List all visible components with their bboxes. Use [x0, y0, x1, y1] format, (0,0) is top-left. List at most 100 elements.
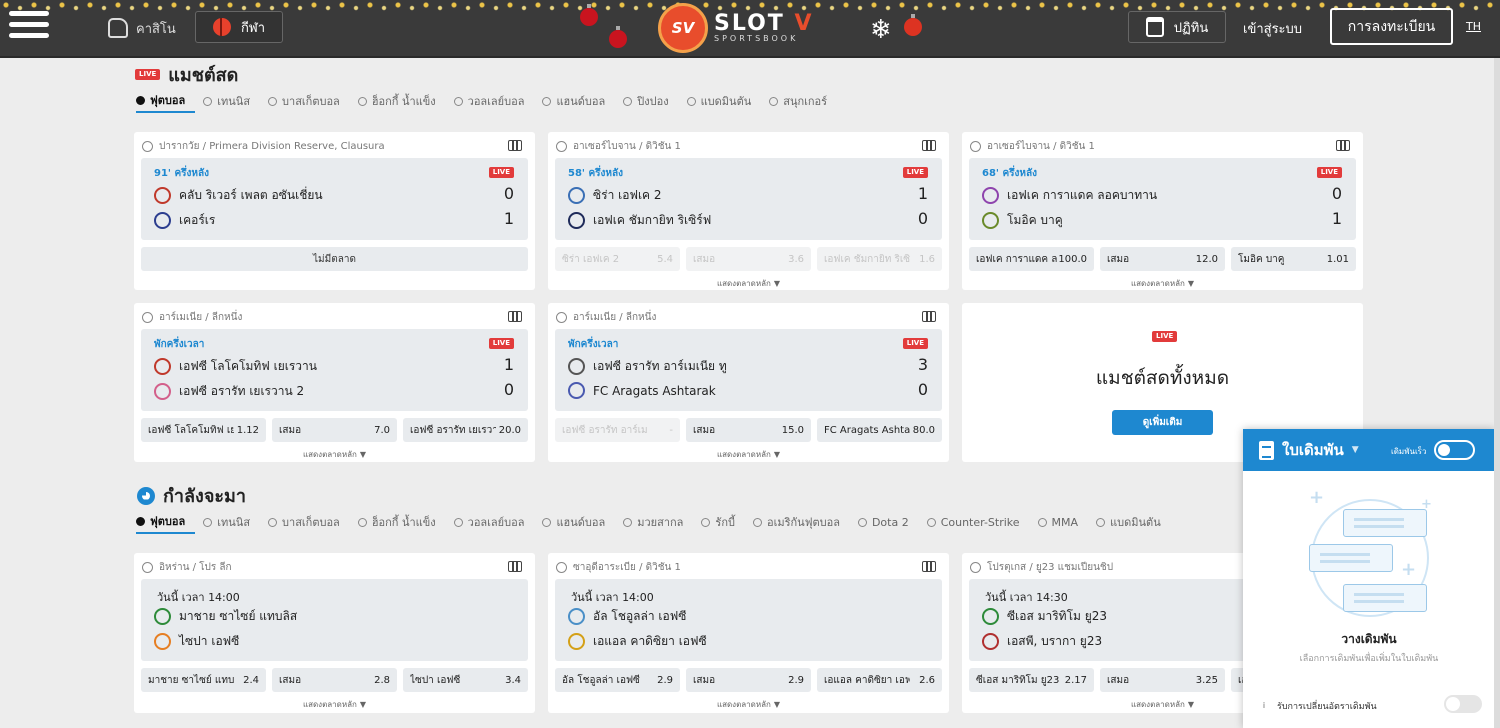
sport-tab[interactable]: แบดมินตัน — [686, 93, 762, 113]
league-header[interactable]: อาเซอร์ไบจาน / ดิวิชัน 1 — [556, 139, 681, 154]
match-block[interactable]: 58' ครึ่งหลัง LIVE ซิร่า เอฟเค 2 เอฟเค ชัมก… — [555, 158, 942, 240]
league-header[interactable]: อาร์เมเนีย / ลีกหนึ่ง — [142, 310, 242, 325]
chevron-down-icon: ▼ — [1351, 445, 1359, 455]
stats-icon[interactable] — [508, 311, 522, 322]
odds-button[interactable]: เอฟเค ชัมกายิท ริเซิร์ฟ 1.6 — [817, 247, 942, 271]
odds-button[interactable]: เอฟซี อรารัท อาร์เมเนีย - — [555, 418, 680, 442]
odds-button[interactable]: เอฟซี โลโคโมทิฟ เยเร1.12 — [141, 418, 266, 442]
sport-tab[interactable]: ฟุตบอล — [136, 93, 196, 113]
sport-tab[interactable]: สนุกเกอร์ — [769, 93, 837, 113]
team-crest-icon — [568, 187, 585, 204]
odds-name: เสมอ — [1107, 674, 1130, 686]
casino-nav-link[interactable]: คาสิโน — [108, 15, 176, 41]
odds-button[interactable]: ไซปา เอฟซี 3.4 — [403, 668, 528, 692]
show-main-markets-link[interactable]: แสดงตลาดหลัก ▼ — [962, 277, 1363, 290]
show-main-markets-link[interactable]: แสดงตลาดหลัก ▼ — [548, 277, 949, 290]
odds-button[interactable]: เสมอ 2.8 — [272, 668, 397, 692]
match-card: อิหร่าน / โปร ลีกวันนี้ เวลา 14:00 มาชาย … — [134, 553, 535, 713]
odds-button[interactable]: เสมอ 3.6 — [686, 247, 811, 271]
language-selector[interactable]: TH — [1466, 20, 1481, 33]
sport-tab[interactable]: แบดมินตัน — [1096, 514, 1171, 534]
sport-tab[interactable]: แฮนด์บอล — [542, 93, 615, 113]
calendar-button[interactable]: ปฏิทิน — [1128, 11, 1226, 43]
register-button[interactable]: การลงทะเบียน — [1330, 8, 1453, 45]
league-header[interactable]: โปรตุเกส / ยู23 แชมเปียนชิป — [970, 560, 1113, 575]
stats-icon[interactable] — [508, 561, 522, 572]
betslip-header[interactable]: ใบเดิมพัน ▼ เดิมพันเร็ว — [1243, 429, 1495, 471]
sport-tab[interactable]: วอลเลย์บอล — [453, 93, 535, 113]
quick-bet-toggle[interactable] — [1434, 440, 1475, 460]
league-name: อาร์เมเนีย / ลีกหนึ่ง — [159, 312, 243, 323]
match-block[interactable]: วันนี้ เวลา 14:00 อัล โชอูลล่า เอฟซี เอแอล… — [555, 579, 942, 661]
league-header[interactable]: ซาอุดีอาระเบีย / ดิวิชัน 1 — [556, 560, 681, 575]
sport-tab[interactable]: เทนนิส — [203, 93, 260, 113]
show-main-markets-link[interactable]: แสดงตลาดหลัก ▼ — [134, 698, 535, 711]
show-markets-label: แสดงตลาดหลัก — [302, 450, 357, 459]
team-home: คลับ ริเวอร์ เพลต อซันเชี่ยน — [154, 186, 323, 205]
sport-tab-label: บาสเก็ตบอล — [282, 95, 340, 108]
sport-tab[interactable]: ฟุตบอล — [136, 514, 196, 534]
sport-icon — [203, 517, 213, 527]
sport-tab[interactable]: MMA — [1037, 514, 1089, 534]
sport-tab[interactable]: อเมริกันฟุตบอล — [752, 514, 850, 534]
accept-odds-toggle[interactable] — [1444, 695, 1482, 713]
sport-tab[interactable]: มวยสากล — [623, 514, 693, 534]
match-block[interactable]: 91' ครึ่งหลัง LIVE คลับ ริเวอร์ เพลต อซันเ… — [141, 158, 528, 240]
sport-tab[interactable]: แฮนด์บอล — [542, 514, 615, 534]
odds-name: เอฟซี อรารัท อาร์เมเนีย — [562, 424, 648, 436]
show-main-markets-link[interactable]: แสดงตลาดหลัก ▼ — [548, 698, 949, 711]
sport-icon — [453, 96, 463, 106]
odds-button[interactable]: เสมอ 12.0 — [1100, 247, 1225, 271]
match-block[interactable]: 68' ครึ่งหลัง LIVE เอฟเค การาแดค ลอคบาทานโ… — [969, 158, 1356, 240]
show-main-markets-link[interactable]: แสดงตลาดหลัก ▼ — [548, 448, 949, 461]
odds-button[interactable]: เสมอ 2.9 — [686, 668, 811, 692]
odds-button[interactable]: FC Aragats Ashtar 80.0 — [817, 418, 942, 442]
stats-icon[interactable] — [1336, 140, 1350, 151]
league-header[interactable]: อิหร่าน / โปร ลีก — [142, 560, 232, 575]
sport-tab[interactable]: รักบี้ — [701, 514, 745, 534]
match-block[interactable]: พักครึ่งเวลา LIVE เอฟซี อรารัท อาร์เมเนีย … — [555, 329, 942, 411]
odds-name: FC Aragats Ashtar — [824, 424, 910, 436]
odds-button[interactable]: เสมอ 15.0 — [686, 418, 811, 442]
sport-tab[interactable]: วอลเลย์บอล — [453, 514, 535, 534]
login-link[interactable]: เข้าสู่ระบบ — [1243, 18, 1302, 39]
match-block[interactable]: วันนี้ เวลา 14:00 มาชาย ซาไซย์ แทบลิส ไซปา… — [141, 579, 528, 661]
odds-button[interactable]: ซีเอส มาริทิโม ยู23 2.17 — [969, 668, 1094, 692]
sport-icon — [203, 96, 213, 106]
sports-nav-button[interactable]: กีฬา — [195, 11, 283, 43]
stats-icon[interactable] — [922, 140, 936, 151]
odds-button[interactable]: เอฟเค การาแดค ลอ 100.0 — [969, 247, 1094, 271]
match-time: 58' ครึ่งหลัง — [568, 168, 624, 179]
view-more-button[interactable]: ดูเพิ่มเติม — [1112, 410, 1213, 435]
team-name: เอฟซี อรารัท เยเรวาน 2 — [179, 384, 305, 398]
odds-button[interactable]: โมอิค บาคู 1.01 — [1231, 247, 1356, 271]
sport-tab[interactable]: เทนนิส — [203, 514, 260, 534]
match-block[interactable]: พักครึ่งเวลา LIVE เอฟซี โลโคโมทิฟ เยเรวานเ… — [141, 329, 528, 411]
sport-tab[interactable]: บาสเก็ตบอล — [268, 93, 350, 113]
sport-tab[interactable]: บาสเก็ตบอล — [268, 514, 350, 534]
odds-button[interactable]: มาชาย ซาไซย์ แทบลิส 2.4 — [141, 668, 266, 692]
scrollbar[interactable] — [1494, 58, 1500, 728]
league-header[interactable]: อาเซอร์ไบจาน / ดิวิชัน 1 — [970, 139, 1095, 154]
sport-tab[interactable]: ฮ็อกกี้ น้ำแข็ง — [357, 514, 446, 534]
score-away: 0 — [917, 380, 928, 399]
menu-icon[interactable] — [9, 11, 49, 43]
odds-button[interactable]: เสมอ 3.25 — [1100, 668, 1225, 692]
show-main-markets-link[interactable]: แสดงตลาดหลัก ▼ — [134, 448, 535, 461]
sport-tab[interactable]: ฮ็อกกี้ น้ำแข็ง — [357, 93, 446, 113]
league-header[interactable]: ปารากวัย / Primera Division Reserve, Cla… — [142, 139, 385, 154]
sport-tab[interactable]: Dota 2 — [857, 514, 919, 534]
odds-button[interactable]: เอแอล คาดิซิยา เอฟซี 2.6 — [817, 668, 942, 692]
stats-icon[interactable] — [922, 561, 936, 572]
stats-icon[interactable] — [508, 140, 522, 151]
odds-button[interactable]: เอฟซี อรารัท เยเรวา 20.0 — [403, 418, 528, 442]
logo[interactable]: SV SLOT V SPORTSBOOK — [658, 3, 838, 53]
odds-button[interactable]: อัล โชอูลล่า เอฟซี 2.9 — [555, 668, 680, 692]
odds-button[interactable]: เสมอ 7.0 — [272, 418, 397, 442]
stats-icon[interactable] — [922, 311, 936, 322]
sport-tab[interactable]: ปิงปอง — [623, 93, 678, 113]
odds-button[interactable]: ซิร่า เอฟเค 2 5.4 — [555, 247, 680, 271]
sport-tab[interactable]: Counter-Strike — [926, 514, 1030, 534]
odds-value: 3.6 — [788, 253, 804, 265]
league-header[interactable]: อาร์เมเนีย / ลีกหนึ่ง — [556, 310, 656, 325]
